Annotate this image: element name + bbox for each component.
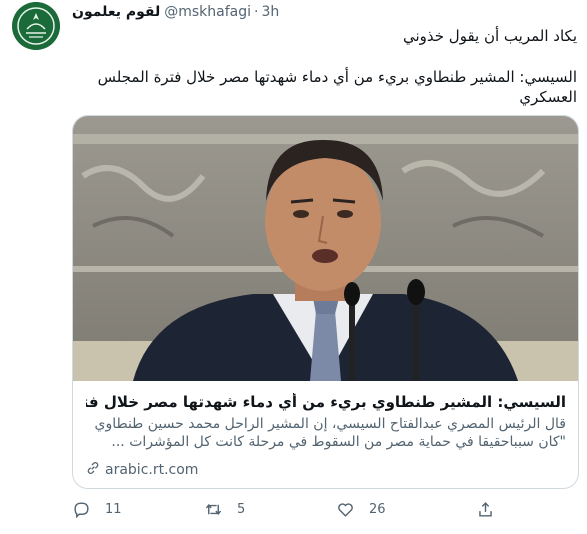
retweet-icon — [204, 500, 223, 519]
tweet-header: لقوم يعلمون @mskhafagi · 3h — [72, 2, 279, 22]
heart-icon — [336, 500, 355, 519]
retweet-count: 5 — [237, 502, 246, 517]
reply-button[interactable]: 11 — [72, 500, 122, 519]
reply-icon — [72, 500, 91, 519]
share-icon — [476, 500, 495, 519]
tweet-actions: 11 5 26 — [72, 500, 522, 524]
card-domain[interactable]: arabic.rt.com — [85, 460, 198, 480]
display-name[interactable]: لقوم يعلمون — [72, 4, 160, 20]
tweet-text-line-1: يكاد المريب أن يقول خذوني — [402, 27, 577, 45]
tweet-text-line-2: السيسي: المشير طنطاوي بريء من أي دماء شه… — [97, 68, 577, 106]
card-domain-text[interactable]: arabic.rt.com — [105, 462, 198, 478]
avatar[interactable] — [12, 2, 60, 50]
retweet-button[interactable]: 5 — [204, 500, 245, 519]
card-body[interactable]: السيسي: المشير طنطاوي بريء من أي دماء شه… — [73, 382, 578, 488]
card-description: قال الرئيس المصري عبدالفتاح السيسي، إن ا… — [94, 416, 566, 450]
share-button[interactable] — [476, 500, 495, 519]
separator-dot: · — [254, 4, 259, 20]
reply-count: 11 — [105, 502, 122, 517]
like-button[interactable]: 26 — [336, 500, 386, 519]
card-title[interactable]: السيسي: المشير طنطاوي بريء من أي دماء شه… — [86, 393, 566, 411]
link-icon — [85, 460, 105, 480]
link-card[interactable]: السيسي: المشير طنطاوي بريء من أي دماء شه… — [72, 115, 579, 489]
card-image[interactable] — [73, 116, 578, 381]
timestamp[interactable]: 3h — [261, 4, 279, 20]
like-count: 26 — [369, 502, 386, 517]
user-handle[interactable]: @mskhafagi — [164, 4, 251, 20]
